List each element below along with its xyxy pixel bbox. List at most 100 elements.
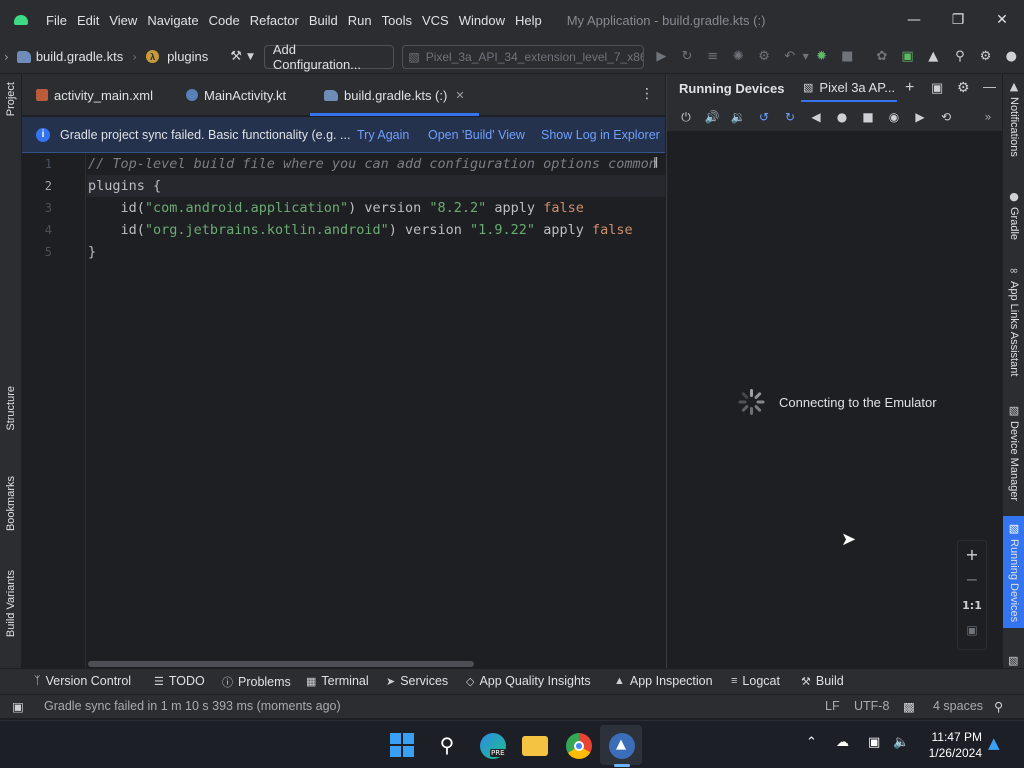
readonly-toggle-icon[interactable]: ▩	[903, 699, 915, 714]
minimize-button[interactable]: —	[892, 0, 936, 40]
window-layout-icon[interactable]: ▣	[931, 80, 943, 96]
phone-icon[interactable]: ▧	[1008, 654, 1018, 667]
chevron-down-icon[interactable]: ▼	[247, 52, 254, 62]
open-build-view-link[interactable]: Open 'Build' View	[428, 128, 525, 142]
volume-icon[interactable]: 🔈	[893, 735, 909, 750]
tab-version-control[interactable]: ᛉ Version Control	[34, 674, 131, 688]
stop-icon[interactable]: ■	[839, 49, 855, 65]
tab-todo[interactable]: ☰ TODO	[154, 674, 205, 688]
close-tab-icon[interactable]: ✕	[455, 89, 464, 102]
toggle-tool-windows-icon[interactable]: ▣	[12, 699, 24, 714]
breadcrumb-file[interactable]: build.gradle.kts	[16, 49, 123, 64]
running-devices-tool-tab[interactable]: ▧ Running Devices	[1003, 516, 1024, 628]
zoom-out-button[interactable]: −	[958, 570, 986, 589]
app-links-assistant-tool-tab[interactable]: ∞ App Links Assistant	[1003, 264, 1024, 376]
tab-logcat[interactable]: ≡ Logcat	[731, 674, 780, 688]
android-studio-taskbar-icon[interactable]: ▲	[609, 733, 635, 759]
close-button[interactable]: ✕	[980, 0, 1024, 40]
menu-refactor[interactable]: Refactor	[250, 13, 299, 28]
run-icon[interactable]: ▶	[654, 49, 670, 65]
try-again-link[interactable]: Try Again	[357, 128, 409, 142]
tab-app-quality-insights[interactable]: ◇ App Quality Insights	[466, 674, 591, 688]
line-separator-indicator[interactable]: LF	[825, 699, 840, 713]
notification-bell-icon[interactable]: ▲	[988, 734, 1000, 752]
menu-help[interactable]: Help	[515, 13, 542, 28]
tab-mainactivity-kt[interactable]: MainActivity.kt	[186, 74, 286, 116]
structure-tool-tab[interactable]: Structure	[0, 386, 22, 431]
chrome-icon[interactable]	[566, 733, 592, 759]
edge-browser-icon[interactable]: PRE	[480, 733, 506, 759]
device-manager-icon[interactable]: ▣	[900, 49, 916, 65]
add-device-icon[interactable]: +	[905, 79, 914, 97]
tab-build[interactable]: ⚒ Build	[801, 674, 844, 688]
menu-edit[interactable]: Edit	[77, 13, 99, 28]
attach-debugger-icon[interactable]: ✹	[814, 49, 830, 65]
snapshot-icon[interactable]: ⟲	[938, 109, 954, 125]
gradle-tool-tab[interactable]: ● Gradle	[1003, 190, 1024, 240]
tab-terminal[interactable]: ▦ Terminal	[306, 674, 369, 688]
tab-services[interactable]: ➤ Services	[386, 674, 448, 688]
search-icon[interactable]: ⚲	[952, 49, 968, 65]
rotate-left-icon[interactable]: ↺	[756, 109, 772, 125]
account-icon[interactable]: ●	[1003, 49, 1019, 65]
restore-button[interactable]: ❐	[936, 0, 980, 40]
breadcrumb-plugins[interactable]: λ plugins	[146, 49, 208, 64]
tab-activity-main-xml[interactable]: activity_main.xml	[36, 74, 153, 116]
chevron-up-icon[interactable]: ⌃	[806, 735, 817, 750]
build-variants-tool-tab[interactable]: Build Variants	[0, 570, 22, 637]
windows-start-icon[interactable]	[390, 733, 414, 757]
sync-gradle-icon[interactable]: ✿	[874, 49, 890, 65]
zoom-actual-size-button[interactable]: 1:1	[958, 599, 986, 612]
device-tab[interactable]: ▧ Pixel 3a AP...	[801, 74, 898, 102]
rotate-right-icon[interactable]: ↻	[782, 109, 798, 125]
file-explorer-icon[interactable]	[522, 736, 548, 756]
chevron-down-icon[interactable]: ▼	[803, 52, 809, 61]
zoom-in-button[interactable]: +	[958, 545, 986, 564]
screenshot-icon[interactable]: ◉	[886, 109, 902, 125]
volume-up-icon[interactable]: 🔊	[704, 109, 720, 125]
status-message[interactable]: Gradle sync failed in 1 m 10 s 393 ms (m…	[44, 699, 341, 713]
gear-icon[interactable]: ⚙	[957, 79, 970, 96]
menu-run[interactable]: Run	[348, 13, 372, 28]
bookmarks-tool-tab[interactable]: Bookmarks	[0, 476, 22, 531]
menu-file[interactable]: File	[46, 13, 67, 28]
menu-vcs[interactable]: VCS	[422, 13, 449, 28]
hammer-icon[interactable]: ⚒	[230, 49, 242, 64]
apply-changes-icon[interactable]: ↻	[679, 49, 695, 65]
notifications-tool-tab[interactable]: ▲ Notifications	[1003, 80, 1024, 157]
tab-app-inspection[interactable]: ▲ App Inspection	[614, 674, 713, 688]
menu-window[interactable]: Window	[459, 13, 505, 28]
taskbar-clock[interactable]: 11:47 PM 1/26/2024	[918, 729, 982, 761]
tab-build-gradle-kts[interactable]: build.gradle.kts (:) ✕	[310, 74, 479, 116]
menu-tools[interactable]: Tools	[382, 13, 412, 28]
hide-panel-icon[interactable]: —	[983, 79, 996, 94]
profile-icon[interactable]: ⚙	[756, 49, 772, 65]
more-actions-icon[interactable]: »	[980, 109, 996, 125]
add-configuration-button[interactable]: Add Configuration...	[263, 42, 395, 72]
gear-icon[interactable]: ⚙	[978, 49, 994, 65]
home-icon[interactable]: ●	[834, 109, 850, 125]
tab-problems[interactable]: ⓘ Problems	[222, 674, 291, 690]
menu-navigate[interactable]: Navigate	[147, 13, 198, 28]
search-icon[interactable]: ⚲	[434, 733, 460, 759]
apply-code-changes-icon[interactable]: ≡	[705, 49, 721, 65]
reader-mode-icon[interactable]: ‖	[653, 155, 659, 168]
device-selector[interactable]: ▧ Pixel_3a_API_34_extension_level_7_x86_…	[402, 44, 644, 69]
volume-down-icon[interactable]: 🔉	[730, 109, 746, 125]
back-icon[interactable]: ◀	[808, 109, 824, 125]
sdk-manager-icon[interactable]: ▲	[925, 49, 941, 65]
code-editor[interactable]: // Top-level build file where you can ad…	[87, 153, 665, 668]
show-log-in-explorer-link[interactable]: Show Log in Explorer	[541, 128, 660, 142]
encoding-indicator[interactable]: UTF-8	[854, 699, 889, 713]
network-icon[interactable]: ▣	[868, 735, 880, 750]
power-icon[interactable]: ⏻	[678, 109, 694, 125]
overview-icon[interactable]: ■	[860, 109, 876, 125]
menu-code[interactable]: Code	[209, 13, 240, 28]
device-manager-tool-tab[interactable]: ▧ Device Manager	[1003, 404, 1024, 501]
more-vertical-icon[interactable]: ⋮	[640, 86, 654, 102]
menu-view[interactable]: View	[109, 13, 137, 28]
zoom-fit-icon[interactable]: ▣	[958, 623, 986, 637]
debug-icon[interactable]: ✺	[731, 49, 747, 65]
horizontal-scrollbar[interactable]	[88, 661, 474, 667]
project-tool-tab[interactable]: Project	[0, 82, 22, 116]
